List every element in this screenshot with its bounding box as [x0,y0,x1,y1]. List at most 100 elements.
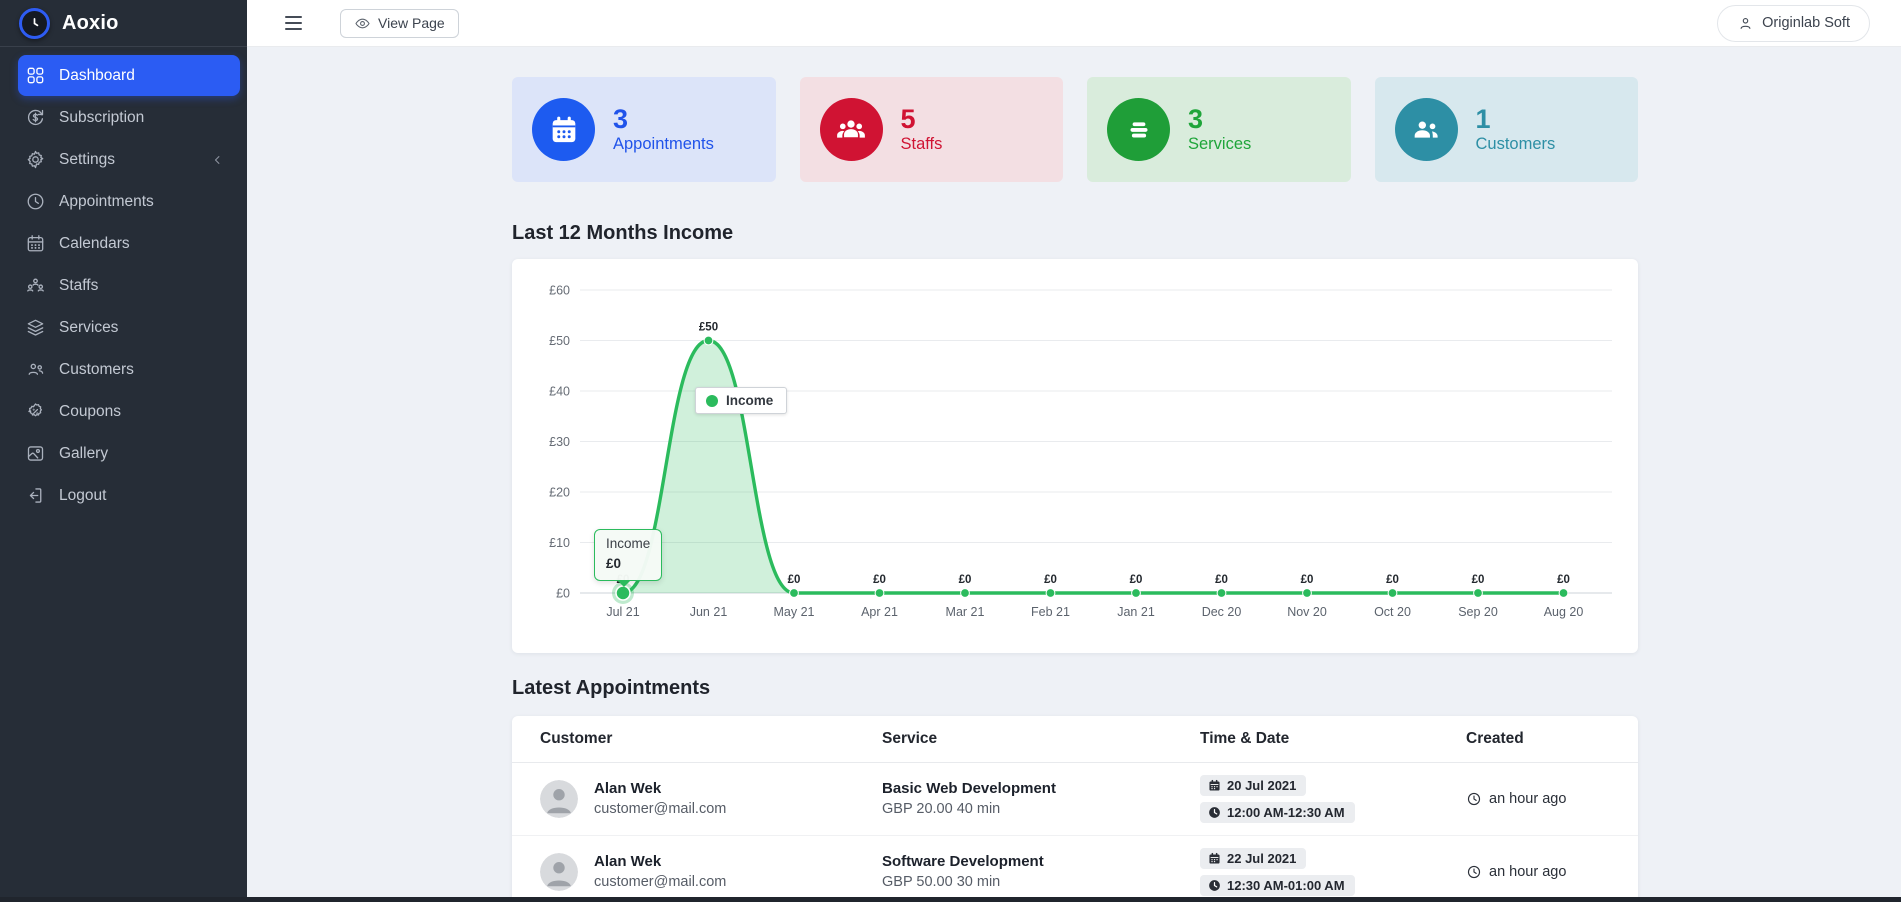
svg-text:£0: £0 [1044,574,1057,586]
date-badge: 20 Jul 2021 [1200,775,1306,796]
eye-icon [354,15,371,32]
clock-mini-icon [1208,806,1221,819]
avatar [540,780,578,818]
tooltip-series: Income [606,534,650,554]
svg-text:Jan 21: Jan 21 [1117,605,1155,619]
time-badge: 12:30 AM-01:00 AM [1200,875,1355,896]
svg-text:£0: £0 [1130,574,1143,586]
app-name: Aoxio [62,12,119,35]
sidebar-item-gallery[interactable]: Gallery [18,433,240,474]
table-row[interactable]: Alan Wekcustomer@mail.com Basic Web Devel… [512,763,1638,836]
stat-value: 1 [1476,106,1556,133]
svg-text:£0: £0 [873,574,886,586]
horizontal-scrollbar[interactable] [0,897,1901,902]
view-page-label: View Page [378,15,445,31]
appointments-table: CustomerServiceTime & DateCreated Alan W… [512,716,1638,902]
svg-text:£0: £0 [788,574,801,586]
subscription-icon [25,107,46,128]
sidebar-item-subscription[interactable]: Subscription [18,97,240,138]
calendar-mini-icon [1208,852,1221,865]
chart-legend[interactable]: Income [695,387,787,414]
view-page-button[interactable]: View Page [340,9,459,38]
created-label: an hour ago [1489,791,1566,807]
sidebar-menu: DashboardSubscriptionSettingsAppointment… [0,47,247,517]
sidebar-item-logout[interactable]: Logout [18,475,240,516]
svg-text:£0: £0 [1215,574,1228,586]
main-area: View Page Originlab Soft 3Appointments5S… [247,0,1901,902]
svg-text:Jul 21: Jul 21 [606,605,639,619]
person-icon [1737,15,1754,32]
staffs-icon [25,275,46,296]
stat-card-services[interactable]: 3Services [1087,77,1351,182]
income-chart-card: £60£50£40£30£20£10£0£0Jul 21£50Jun 21£0M… [512,259,1638,653]
stat-card-customers[interactable]: 1 Customers [1375,77,1639,182]
topbar: View Page Originlab Soft [247,0,1901,47]
sidebar-item-dashboard[interactable]: Dashboard [18,55,240,96]
column-header: Customer [540,730,882,748]
svg-text:£0: £0 [1301,574,1314,586]
customer-email: customer@mail.com [594,872,726,893]
svg-text:Aug 20: Aug 20 [1544,605,1584,619]
stat-label: Services [1188,135,1251,154]
time-badge: 12:00 AM-12:30 AM [1200,802,1355,823]
time-date-cell: 22 Jul 202112:30 AM-01:00 AM [1200,848,1466,896]
content: 3Appointments5Staffs3Services1Customers … [247,47,1901,902]
stat-card-appointments[interactable]: 3Appointments [512,77,776,182]
list-bars-icon [1107,98,1170,161]
income-section-title: Last 12 Months Income [512,222,1638,245]
account-button[interactable]: Originlab Soft [1717,5,1870,42]
svg-text:Feb 21: Feb 21 [1031,605,1070,619]
grid-icon [25,65,46,86]
svg-text:£60: £60 [549,284,570,298]
service-cell: Basic Web DevelopmentGBP 20.00 40 min [882,778,1200,821]
svg-text:£10: £10 [549,536,570,550]
column-header: Time & Date [1200,730,1466,748]
svg-text:Sep 20: Sep 20 [1458,605,1498,619]
svg-text:£40: £40 [549,385,570,399]
svg-text:Nov 20: Nov 20 [1287,605,1327,619]
sidebar-item-staffs[interactable]: Staffs [18,265,240,306]
stats-row: 3Appointments5Staffs3Services 1 Customers [512,77,1638,182]
stat-label: Customers [1476,135,1556,154]
avatar [540,853,578,891]
service-cell: Software DevelopmentGBP 50.00 30 min [882,851,1200,894]
table-row[interactable]: Alan Wekcustomer@mail.comSoftware Develo… [512,836,1638,902]
stat-card-staffs[interactable]: 5Staffs [800,77,1064,182]
created-cell: an hour ago [1466,791,1638,807]
time-date-cell: 20 Jul 2021 12:00 AM-12:30 AM [1200,775,1466,823]
calendar-icon [25,233,46,254]
svg-text:£0: £0 [1557,574,1570,586]
app-logo[interactable]: Aoxio [0,0,247,47]
svg-text:£0: £0 [959,574,972,586]
sidebar: Aoxio DashboardSubscriptionSettingsAppoi… [0,0,247,902]
clock-icon [25,191,46,212]
clock-outline-icon [1466,864,1482,880]
sidebar-item-calendars[interactable]: Calendars [18,223,240,264]
clock-outline-icon [1466,791,1482,807]
service-meta: GBP 20.00 40 min [882,799,1200,820]
sidebar-item-customers[interactable]: Customers [18,349,240,390]
svg-text:Dec 20: Dec 20 [1202,605,1242,619]
sidebar-item-settings[interactable]: Settings [18,139,240,180]
table-header: CustomerServiceTime & DateCreated [512,716,1638,763]
svg-text:£0: £0 [1472,574,1485,586]
sidebar-item-coupons[interactable]: Coupons [18,391,240,432]
menu-toggle-icon[interactable] [285,16,302,30]
customer-email: customer@mail.com [594,799,726,820]
sidebar-item-appointments[interactable]: Appointments [18,181,240,222]
calendar-mini-icon [1208,779,1221,792]
svg-text:£0: £0 [1386,574,1399,586]
svg-text:Apr 21: Apr 21 [861,605,898,619]
sidebar-item-services[interactable]: Services [18,307,240,348]
gear-icon [25,149,46,170]
layers-icon [25,317,46,338]
customer-cell: Alan Wekcustomer@mail.com [540,851,882,894]
svg-text:£20: £20 [549,486,570,500]
created-cell: an hour ago [1466,864,1638,880]
customer-name: Alan Wek [594,778,726,800]
chevron-left-icon[interactable] [208,151,226,169]
svg-text:Jun 21: Jun 21 [690,605,728,619]
svg-text:£50: £50 [549,334,570,348]
stat-value: 5 [901,106,943,133]
dashboard-page: Aoxio DashboardSubscriptionSettingsAppoi… [0,0,1901,902]
